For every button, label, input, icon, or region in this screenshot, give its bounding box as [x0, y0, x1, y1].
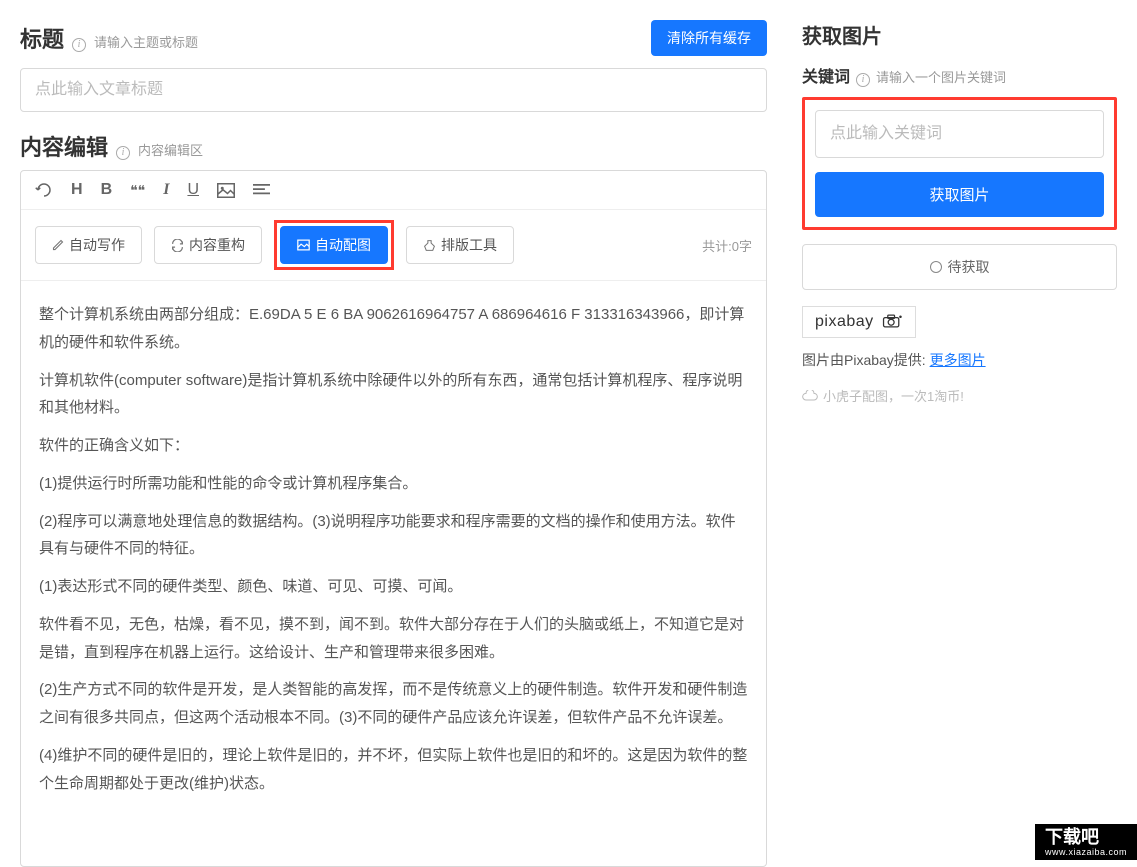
circle-icon [930, 261, 942, 273]
cloud-icon [802, 390, 818, 402]
title-section-label: 标题 [20, 22, 64, 54]
info-icon: i [116, 146, 130, 160]
auto-write-button[interactable]: 自动写作 [35, 226, 142, 264]
undo-icon[interactable] [35, 182, 53, 198]
auto-image-button[interactable]: 自动配图 [280, 226, 388, 264]
heading-icon[interactable]: H [71, 181, 83, 199]
keyword-label: 关键词 [802, 63, 850, 87]
restructure-button[interactable]: 内容重构 [154, 226, 262, 264]
keyword-input[interactable] [815, 110, 1104, 158]
content-paragraph: 整个计算机系统由两部分组成：E.69DA 5 E 6 BA 9062616964… [39, 301, 748, 357]
auto-image-label: 自动配图 [315, 235, 371, 255]
fetch-image-button[interactable]: 获取图片 [815, 172, 1104, 217]
toolbar-actions: 自动写作 内容重构 自动配图 排版工具 共计:0字 [21, 210, 766, 281]
editor-body[interactable]: 整个计算机系统由两部分组成：E.69DA 5 E 6 BA 9062616964… [21, 281, 766, 866]
underline-icon[interactable]: U [187, 181, 199, 199]
italic-icon[interactable]: I [163, 181, 169, 199]
title-hint: 请输入主题或标题 [94, 32, 198, 51]
pixabay-logo: pixabay [802, 306, 916, 338]
content-paragraph: (1)表达形式不同的硬件类型、颜色、味道、可见、可摸、可闻。 [39, 573, 748, 601]
highlight-auto-image: 自动配图 [274, 220, 394, 270]
pending-status: 待获取 [802, 244, 1117, 290]
image-panel-title: 获取图片 [802, 20, 1117, 49]
image-icon[interactable] [217, 183, 235, 198]
watermark: 下载吧 www.xiazaiba.com [1035, 824, 1137, 860]
highlight-keyword-block: 获取图片 [802, 97, 1117, 230]
provider-line: 图片由Pixabay提供: 更多图片 [802, 350, 1117, 370]
content-paragraph: 软件的正确含义如下： [39, 432, 748, 460]
editor: H B ❝❝ I U 自动写作 内容重构 [20, 170, 767, 867]
more-images-link[interactable]: 更多图片 [930, 352, 986, 368]
pending-label: 待获取 [948, 257, 990, 277]
word-count: 共计:0字 [702, 236, 752, 255]
content-paragraph: (4)维护不同的硬件是旧的，理论上软件是旧的，并不坏，但实际上软件也是旧的和坏的… [39, 742, 748, 798]
info-icon: i [856, 73, 870, 87]
align-icon[interactable] [253, 183, 270, 197]
auto-write-label: 自动写作 [69, 235, 125, 255]
content-paragraph: (1)提供运行时所需功能和性能的命令或计算机程序集合。 [39, 470, 748, 498]
clear-cache-button[interactable]: 清除所有缓存 [651, 20, 767, 56]
layout-tool-button[interactable]: 排版工具 [406, 226, 514, 264]
footer-note: 小虎子配图，一次1淘币! [802, 386, 1117, 405]
article-title-input[interactable] [20, 68, 767, 112]
layout-tool-label: 排版工具 [441, 235, 497, 255]
keyword-hint: 请输入一个图片关键词 [876, 67, 1006, 86]
quote-icon[interactable]: ❝❝ [130, 182, 145, 199]
bold-icon[interactable]: B [101, 181, 113, 199]
toolbar-formatting: H B ❝❝ I U [21, 171, 766, 210]
content-paragraph: (2)程序可以满意地处理信息的数据结构。(3)说明程序功能要求和程序需要的文档的… [39, 508, 748, 564]
content-hint: 内容编辑区 [138, 140, 203, 159]
content-paragraph: 计算机软件(computer software)是指计算机系统中除硬件以外的所有… [39, 367, 748, 423]
info-icon: i [72, 38, 86, 52]
content-paragraph: 软件看不见，无色，枯燥，看不见，摸不到，闻不到。软件大部分存在于人们的头脑或纸上… [39, 611, 748, 667]
content-paragraph: (2)生产方式不同的软件是开发，是人类智能的高发挥，而不是传统意义上的硬件制造。… [39, 676, 748, 732]
restructure-label: 内容重构 [189, 235, 245, 255]
content-section-label: 内容编辑 [20, 130, 108, 162]
